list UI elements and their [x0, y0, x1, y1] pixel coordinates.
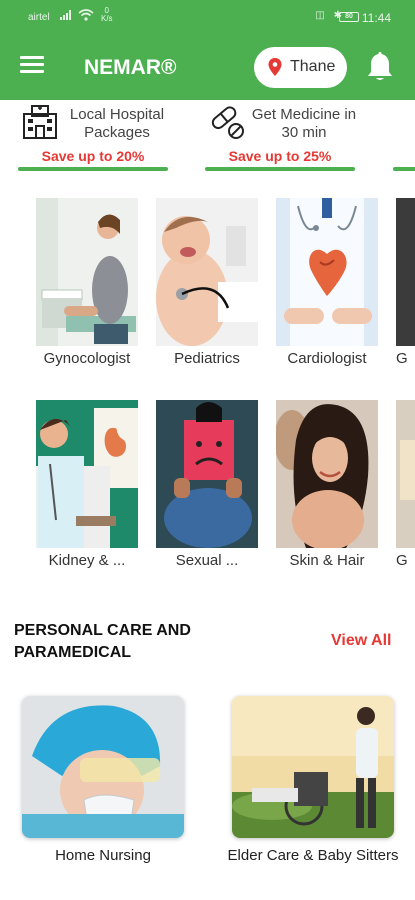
pills-icon: [211, 106, 244, 139]
wifi-icon: [78, 9, 94, 21]
category-label: G: [396, 350, 408, 367]
category-gynocologist[interactable]: Gynocologist: [36, 198, 138, 380]
care-elder-baby[interactable]: Elder Care & Baby Sitters: [228, 696, 398, 896]
hospital-icon: [23, 105, 57, 139]
offers-strip[interactable]: Local Hospital Packages Save up to 20% G…: [0, 100, 415, 178]
offer-underline: [393, 167, 415, 171]
clock: 11:44: [361, 11, 391, 25]
category-kidney[interactable]: Kidney & ...: [36, 400, 138, 582]
category-label: Sexual ...: [175, 552, 239, 569]
offer-partial[interactable]: [393, 100, 415, 174]
category-label: G: [396, 552, 408, 569]
care-home-nursing[interactable]: Home Nursing: [22, 696, 184, 896]
location-button[interactable]: Thane: [254, 47, 347, 88]
app-bar: NEMAR® Thane: [0, 36, 415, 100]
brand-title: NEMAR®: [84, 56, 177, 79]
carrier-label: airtel: [28, 12, 50, 23]
view-all-link[interactable]: View All: [331, 632, 391, 650]
kidney-image: [36, 400, 138, 548]
pediatrics-image: [156, 198, 258, 346]
gynocologist-image: [36, 198, 138, 346]
category-partial[interactable]: G: [396, 198, 415, 380]
network-speed: 0 K/s: [101, 6, 113, 23]
category-skin-hair[interactable]: Skin & Hair: [276, 400, 378, 582]
category-label: Pediatrics: [174, 350, 240, 367]
category-label: Cardiologist: [287, 350, 367, 367]
category-cardiologist[interactable]: Cardiologist: [276, 198, 378, 380]
home-nursing-image: [22, 696, 184, 838]
offer-underline: [18, 167, 168, 171]
signal-icon: [60, 10, 71, 20]
skin-hair-image: [276, 400, 378, 548]
location-label: Thane: [290, 58, 336, 75]
offer-discount: Save up to 25%: [228, 148, 332, 164]
category-label: Kidney & ...: [48, 552, 126, 569]
category-label: Skin & Hair: [289, 552, 365, 569]
category-pediatrics[interactable]: Pediatrics: [156, 198, 258, 380]
care-label: Home Nursing: [55, 847, 151, 864]
elder-care-image: [232, 696, 394, 838]
category-sexual[interactable]: Sexual ...: [156, 400, 258, 582]
section-title: PERSONAL CARE AND PARAMEDICAL: [14, 622, 191, 661]
category-partial-image: [396, 400, 415, 548]
offer-title: Get Medicine in 30 min: [251, 106, 357, 141]
battery-icon: 80: [339, 12, 359, 22]
offer-underline: [205, 167, 355, 171]
status-bar: airtel 0 K/s ◫ ✱ 80 11:44: [0, 0, 415, 36]
offer-title: Local Hospital Packages: [69, 106, 165, 141]
cardiologist-image: [276, 198, 378, 346]
category-partial-image: [396, 198, 415, 346]
location-pin-icon: [268, 58, 282, 76]
sexual-health-image: [156, 400, 258, 548]
offer-discount: Save up to 20%: [41, 148, 145, 164]
care-label: Elder Care & Baby Sitters: [227, 847, 399, 864]
category-partial[interactable]: G: [396, 400, 415, 582]
notification-bell-icon[interactable]: [366, 52, 394, 82]
hamburger-menu-icon[interactable]: [20, 56, 44, 78]
category-label: Gynocologist: [43, 350, 131, 367]
